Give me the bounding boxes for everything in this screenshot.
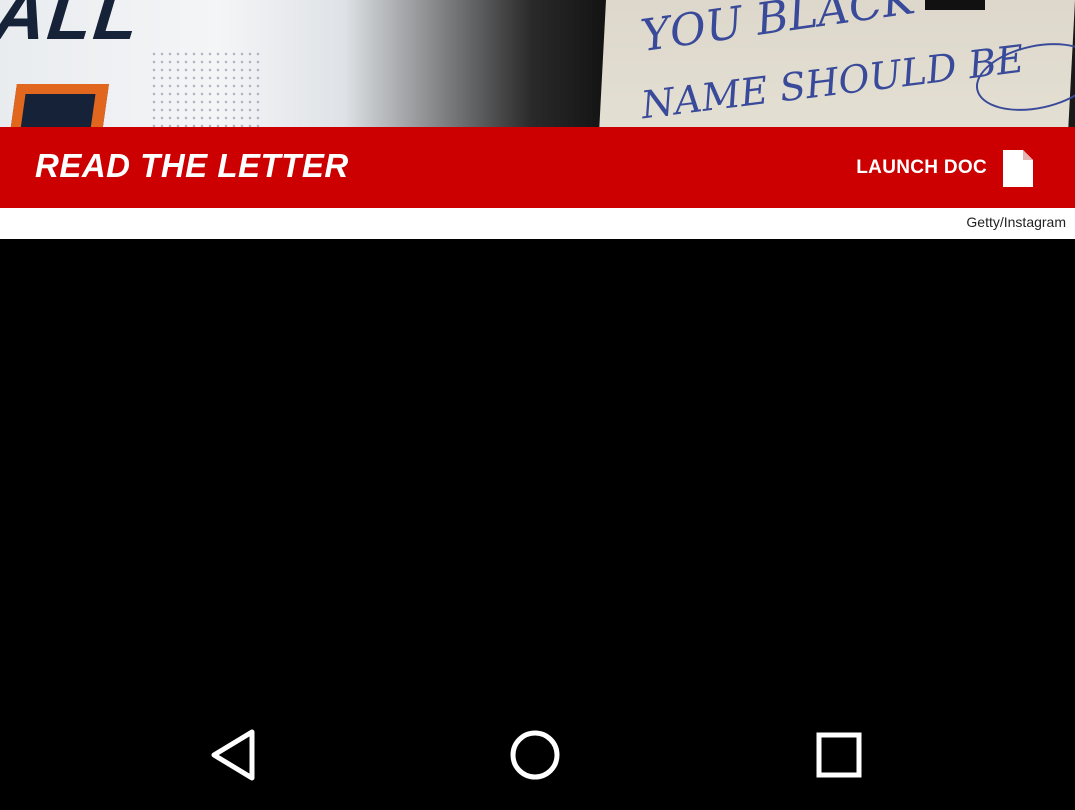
read-letter-banner[interactable]: READ THE LETTER LAUNCH DOC (0, 127, 1075, 208)
jersey-number-fragment (7, 84, 109, 127)
jersey-mesh-texture (150, 50, 260, 127)
home-circle-icon (510, 730, 560, 780)
phone-screen: ALL YOU BLACK NAME SHOULD BE READ THE LE… (0, 0, 1075, 810)
article-hero-image[interactable]: ALL YOU BLACK NAME SHOULD BE (0, 0, 1075, 127)
back-button[interactable] (198, 720, 268, 790)
blank-content-area (0, 239, 1075, 680)
jersey-photo: ALL (0, 0, 625, 127)
jersey-lettering: ALL (0, 0, 145, 55)
launch-doc-button[interactable]: LAUNCH DOC (856, 148, 1033, 188)
photo-credit: Getty/Instagram (966, 214, 1066, 230)
banner-title: READ THE LETTER (35, 147, 349, 184)
photo-credit-strip: Getty/Instagram (0, 208, 1075, 239)
letter-redaction (925, 0, 985, 10)
home-button[interactable] (500, 720, 570, 790)
document-icon (1003, 149, 1033, 187)
launch-doc-label: LAUNCH DOC (856, 157, 987, 178)
android-navigation-bar (0, 680, 1075, 810)
back-triangle-icon (211, 729, 255, 781)
recent-apps-square-icon (816, 732, 862, 778)
recent-apps-button[interactable] (804, 720, 874, 790)
